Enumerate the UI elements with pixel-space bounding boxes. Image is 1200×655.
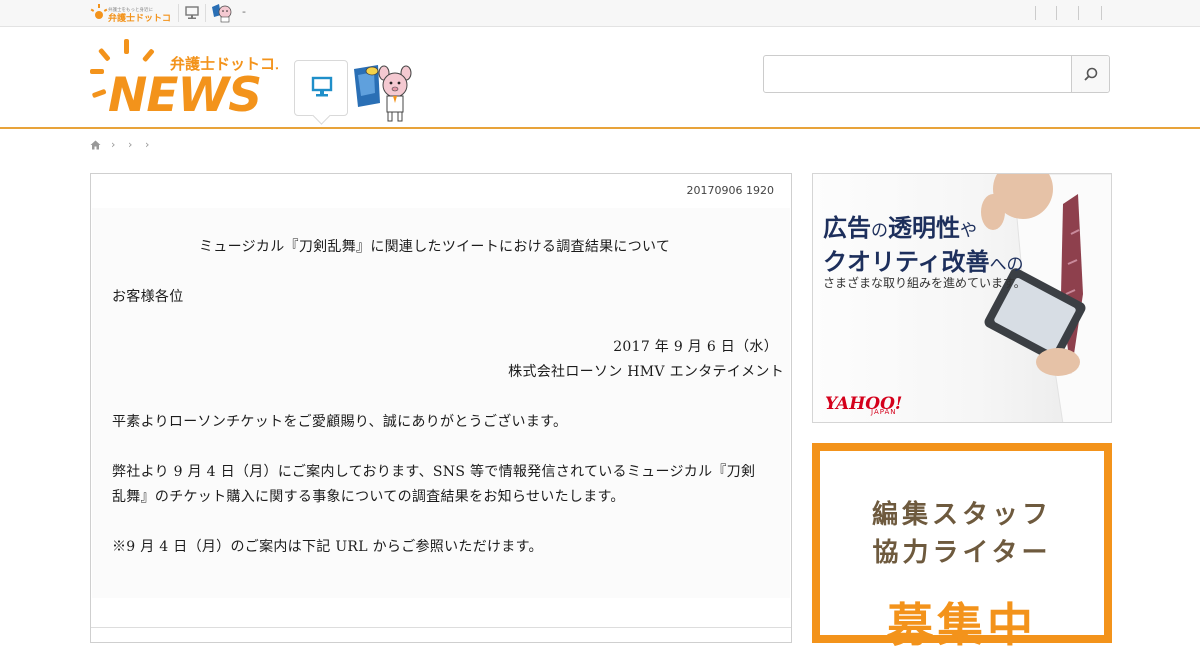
search-box xyxy=(763,55,1110,93)
document-title: ミュージカル『刀剣乱舞』に関連したツイートにおける調査結果について xyxy=(199,239,671,255)
document-paragraph: 平素よりローソンチケットをご愛顧賜り、誠にありがとうございます。 xyxy=(112,414,568,430)
mascot-character-icon[interactable] xyxy=(211,3,233,23)
news-logo[interactable]: 弁護士ドットコム NEWS xyxy=(88,39,278,117)
desktop-computer-icon xyxy=(311,76,333,97)
ad-headline: クオリティ改善への xyxy=(823,248,1024,276)
document-paragraph: 乱舞』のチケット購入に関する事象についての調査結果をお知らせいたします。 xyxy=(112,489,625,505)
recruit-line: 編集スタッフ xyxy=(871,500,1052,530)
topbar-link[interactable] xyxy=(1056,6,1057,20)
document-date: 2017 年 9 月 6 日（水） xyxy=(613,339,778,355)
topbar-link[interactable] xyxy=(1035,6,1036,20)
top-utility-bar: 弁護士をもっと身近に 弁護士ドットコム - xyxy=(0,0,1200,27)
ad-subtext: さまざまな取り組みを進めています。 xyxy=(823,276,1026,290)
topbar-link[interactable] xyxy=(1078,6,1079,20)
document-salutation: お客様各位 xyxy=(112,289,184,305)
home-icon[interactable] xyxy=(90,140,101,150)
recruit-line: 協力ライター xyxy=(872,538,1052,568)
press-release-image: ミュージカル『刀剣乱舞』に関連したツイートにおける調査結果について お客様各位 … xyxy=(92,208,790,598)
divider xyxy=(178,4,179,22)
search-icon xyxy=(1084,67,1098,81)
document-company: 株式会社ローソン HMV エンタテイメント xyxy=(508,364,784,380)
yahoo-ad-banner[interactable]: 広告の透明性や クオリティ改善への さまざまな取り組みを進めています。 YAHO… xyxy=(812,173,1112,423)
svg-text:NEWS: NEWS xyxy=(108,68,261,117)
chevron-right-icon: › xyxy=(128,138,133,151)
ad-headline: 広告の透明性や xyxy=(823,214,977,242)
divider xyxy=(205,4,206,22)
svg-text:弁護士ドットコム: 弁護士ドットコム xyxy=(108,12,170,23)
recruit-headline: 募集中 xyxy=(887,598,1037,652)
divider xyxy=(91,627,791,628)
yahoo-logo-sub: JAPAN xyxy=(871,408,897,416)
document-paragraph: 弊社より 9 月 4 日（月）にご案内しております、SNS 等で情報発信されてい… xyxy=(112,464,756,480)
mascot-character-icon[interactable] xyxy=(352,63,418,123)
chevron-right-icon: › xyxy=(145,138,150,151)
article-card: 20170906 1920 ミュージカル『刀剣乱舞』に関連したツイートにおける調… xyxy=(90,173,792,643)
topbar-separator-text: - xyxy=(242,5,246,18)
search-button[interactable] xyxy=(1071,56,1109,92)
article-timestamp: 20170906 1920 xyxy=(686,184,774,197)
svg-text:弁護士をもっと身近に: 弁護士をもっと身近に xyxy=(108,6,153,13)
site-header: 弁護士ドットコム NEWS xyxy=(0,27,1200,129)
chevron-right-icon: › xyxy=(111,138,116,151)
recruit-writer-banner[interactable]: 編集スタッフ 協力ライター 募集中 xyxy=(812,443,1112,652)
site-logo-mini[interactable]: 弁護士をもっと身近に 弁護士ドットコム xyxy=(90,4,170,23)
pc-view-button[interactable] xyxy=(294,60,348,116)
desktop-computer-icon[interactable] xyxy=(185,6,199,20)
search-input[interactable] xyxy=(764,56,1072,92)
topbar-link[interactable] xyxy=(1101,6,1102,20)
document-paragraph: ※9 月 4 日（月）のご案内は下記 URL からご参照いただけます。 xyxy=(112,539,543,555)
